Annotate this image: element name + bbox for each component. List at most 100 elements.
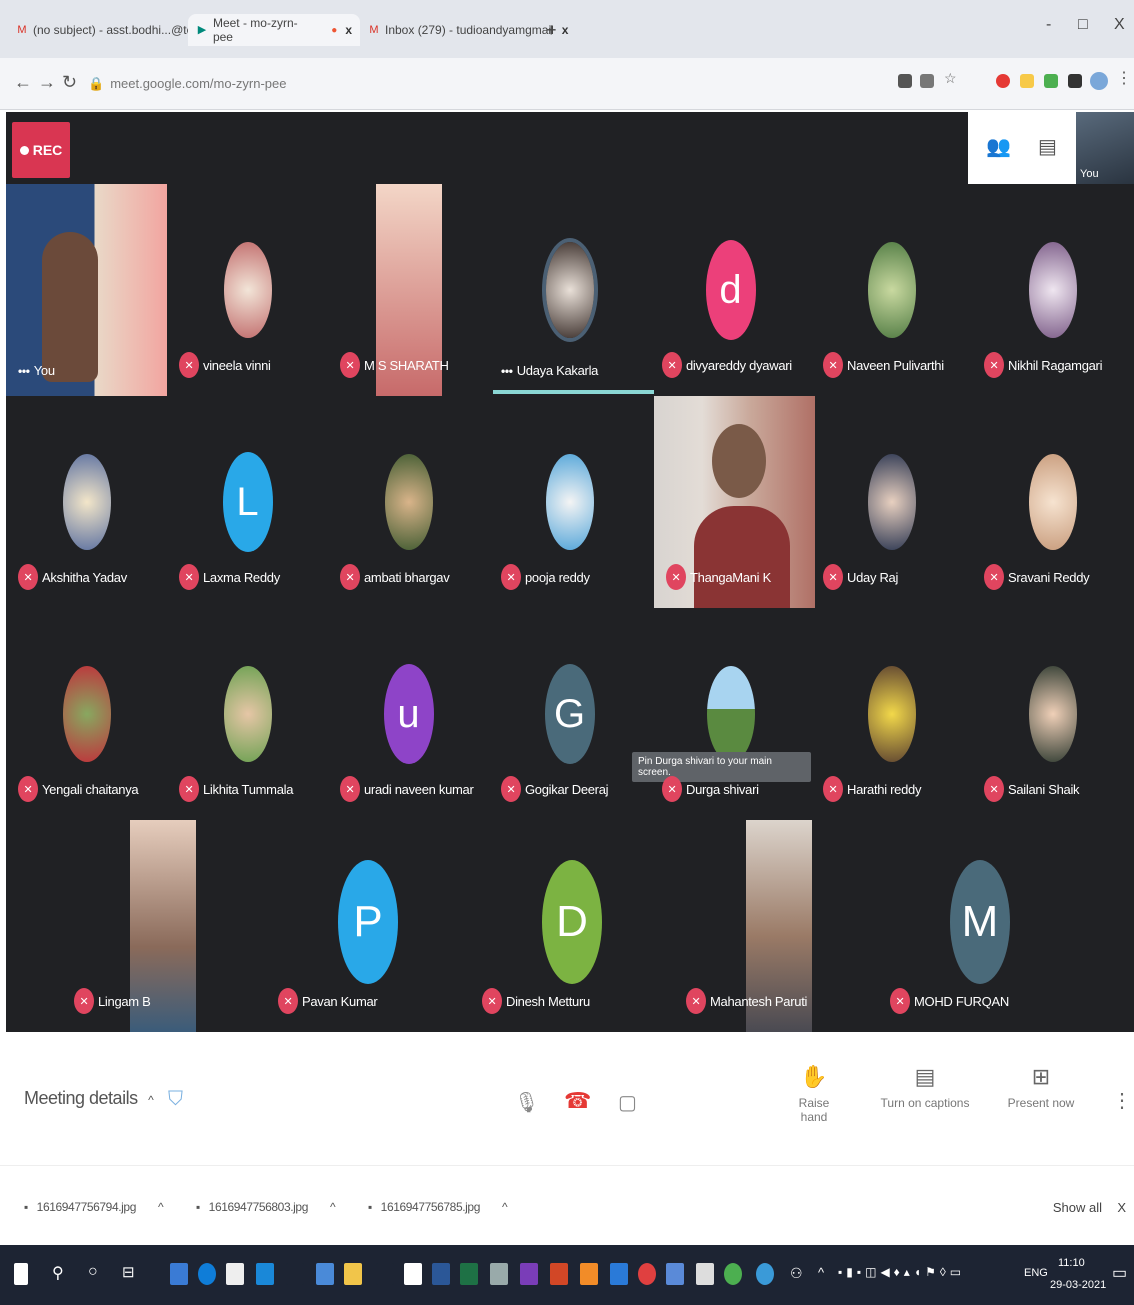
chat-icon[interactable]: ▤ xyxy=(1038,134,1057,159)
clock-time[interactable]: 11:10 xyxy=(1058,1257,1085,1269)
file-explorer-icon[interactable] xyxy=(344,1263,362,1285)
powerpoint-icon[interactable] xyxy=(550,1263,568,1285)
camera-icon[interactable]: ▢ xyxy=(618,1090,637,1115)
profile-avatar[interactable] xyxy=(1090,72,1108,90)
reload-icon[interactable]: ↻ xyxy=(62,72,77,93)
microphone-icon[interactable]: 🎙 xyxy=(514,1090,539,1115)
participant-tile[interactable]: L ✕ Laxma Reddy xyxy=(167,396,328,606)
participant-tile[interactable]: D ✕ Dinesh Metturu xyxy=(470,820,674,1030)
clock-date[interactable]: 29-03-2021 xyxy=(1050,1279,1106,1291)
dropbox-icon[interactable] xyxy=(286,1263,304,1285)
close-tab-icon[interactable]: x xyxy=(562,23,569,37)
chevron-up-icon[interactable]: ^ xyxy=(330,1200,336,1214)
amazon-icon[interactable] xyxy=(404,1263,422,1285)
participant-tile[interactable]: ✕ Yengali chaitanya xyxy=(6,608,167,818)
search-icon[interactable]: ⚲ xyxy=(52,1263,64,1283)
self-preview-thumbnail[interactable]: You xyxy=(1076,112,1134,184)
notifications-icon[interactable]: ▭ xyxy=(1112,1263,1127,1283)
participant-tile[interactable]: d ✕ divyareddy dyawari xyxy=(650,184,811,394)
hang-up-icon[interactable]: ☎ xyxy=(564,1088,591,1114)
shield-icon[interactable]: ⛉ xyxy=(168,1088,183,1111)
raise-hand-button[interactable]: ✋ Raise hand xyxy=(784,1064,844,1124)
meeting-details-button[interactable]: Meeting details ^ xyxy=(24,1088,154,1109)
more-options-icon[interactable]: ⋮ xyxy=(1112,1088,1132,1113)
new-tab-button[interactable]: + xyxy=(546,14,557,46)
present-now-button[interactable]: ⊞ Present now xyxy=(1006,1064,1076,1110)
participant-tile[interactable]: ✕ Mahantesh Paruti xyxy=(674,820,878,1032)
participant-tile[interactable]: u ✕ uradi naveen kumar xyxy=(328,608,489,818)
forward-icon[interactable]: → xyxy=(38,72,56,93)
chevron-up-icon[interactable]: ^ xyxy=(158,1200,164,1214)
app-icon[interactable] xyxy=(376,1263,394,1285)
extensions-puzzle-icon[interactable] xyxy=(1068,74,1082,88)
vlc-icon[interactable] xyxy=(580,1263,598,1285)
extension-icon[interactable] xyxy=(1020,74,1034,88)
cortana-icon[interactable]: ○ xyxy=(88,1263,98,1281)
participant-tile[interactable]: ••• You xyxy=(6,184,167,396)
system-tray-icons[interactable]: ▪▮▪◫◀♦▴◖⚑◊▭ xyxy=(838,1265,965,1279)
extension-icon[interactable] xyxy=(996,74,1010,88)
participant-tile[interactable]: ✕ M S SHARATH xyxy=(328,184,489,396)
participant-tile[interactable]: ✕ pooja reddy xyxy=(489,396,650,606)
app-icon[interactable] xyxy=(170,1263,188,1285)
more-options-icon[interactable]: ••• xyxy=(18,364,30,378)
back-icon[interactable]: ← xyxy=(14,72,32,93)
app-icon[interactable] xyxy=(610,1263,628,1285)
language-indicator[interactable]: ENG xyxy=(1024,1267,1048,1279)
url-input[interactable]: 🔒 meet.google.com/mo-zyrn-pee xyxy=(88,70,878,98)
bookmark-star-icon[interactable]: ☆ xyxy=(944,70,958,86)
participant-tile[interactable]: ✕ Likhita Tummala xyxy=(167,608,328,818)
participant-tile[interactable]: ✕ Lingam B xyxy=(62,820,266,1032)
participant-tile[interactable]: M ✕ MOHD FURQAN xyxy=(878,820,1082,1030)
participant-tile[interactable]: ✕ Sravani Reddy xyxy=(972,396,1133,606)
participant-tile[interactable]: G ✕ Gogikar Deeraj xyxy=(489,608,650,818)
participant-tile[interactable]: ✕ Uday Raj xyxy=(811,396,972,606)
participant-tile[interactable]: ✕ Akshitha Yadav xyxy=(6,396,167,606)
edge-icon[interactable] xyxy=(198,1263,216,1285)
app-icon[interactable] xyxy=(666,1263,684,1285)
participant-tile[interactable]: ✕ vineela vinni xyxy=(167,184,328,394)
maximize-button[interactable]: □ xyxy=(1078,16,1088,34)
lock-app-icon[interactable] xyxy=(226,1263,244,1285)
participant-tile[interactable]: Pin Durga shivari to your main screen. ✕… xyxy=(632,608,811,818)
word-icon[interactable] xyxy=(432,1263,450,1285)
download-item[interactable]: ▪ 1616947756803.jpg ^ xyxy=(196,1200,336,1214)
close-window-button[interactable]: X xyxy=(1114,16,1125,34)
excel-icon[interactable] xyxy=(460,1263,478,1285)
participant-tile[interactable]: ✕ Sailani Shaik xyxy=(972,608,1133,818)
store-icon[interactable] xyxy=(256,1263,274,1285)
participant-tile[interactable]: ✕ Naveen Pulivarthi xyxy=(811,184,972,394)
participant-tile[interactable]: ••• Udaya Kakarla xyxy=(489,184,654,394)
app-icon[interactable] xyxy=(316,1263,334,1285)
help-icon[interactable] xyxy=(756,1263,774,1285)
onenote-icon[interactable] xyxy=(520,1263,538,1285)
participant-tile[interactable]: ✕ ThangaMani K xyxy=(654,396,815,608)
close-tab-icon[interactable]: x xyxy=(345,23,352,37)
close-downloads-icon[interactable]: X xyxy=(1117,1200,1126,1215)
participants-icon[interactable]: 👥 xyxy=(986,134,1011,159)
people-icon[interactable]: ⚇ xyxy=(790,1265,803,1282)
chevron-up-icon[interactable]: ^ xyxy=(818,1265,824,1280)
app-icon[interactable] xyxy=(490,1263,508,1285)
captions-button[interactable]: ▤ Turn on captions xyxy=(880,1064,970,1110)
start-icon[interactable] xyxy=(14,1263,28,1285)
participant-tile[interactable]: P ✕ Pavan Kumar xyxy=(266,820,470,1030)
download-item[interactable]: ▪ 1616947756794.jpg ^ xyxy=(24,1200,164,1214)
chevron-up-icon[interactable]: ^ xyxy=(502,1200,508,1214)
participant-tile[interactable]: ✕ ambati bhargav xyxy=(328,396,489,606)
cast-icon[interactable] xyxy=(898,74,912,88)
participant-tile[interactable]: ✕ Harathi reddy xyxy=(811,608,972,818)
app-icon[interactable] xyxy=(638,1263,656,1285)
tab-gmail-inbox[interactable]: M Inbox (279) - tudioandyamgmail x xyxy=(368,14,568,46)
tab-gmail-draft[interactable]: M (no subject) - asst.bodhi...@tc x xyxy=(16,14,207,46)
participant-tile[interactable]: ✕ Nikhil Ragamgari xyxy=(972,184,1133,394)
show-all-downloads-button[interactable]: Show all xyxy=(1053,1200,1102,1215)
download-item[interactable]: ▪ 1616947756785.jpg ^ xyxy=(368,1200,508,1214)
task-view-icon[interactable]: ⊟ xyxy=(122,1263,135,1281)
minimize-button[interactable]: - xyxy=(1046,16,1051,34)
tab-meet[interactable]: ▶ Meet - mo-zyrn-pee ● x xyxy=(188,14,360,46)
app-icon[interactable] xyxy=(696,1263,714,1285)
drive-icon[interactable] xyxy=(1044,74,1058,88)
chrome-icon[interactable] xyxy=(724,1263,742,1285)
browser-menu-icon[interactable]: ⋮ xyxy=(1116,68,1132,87)
